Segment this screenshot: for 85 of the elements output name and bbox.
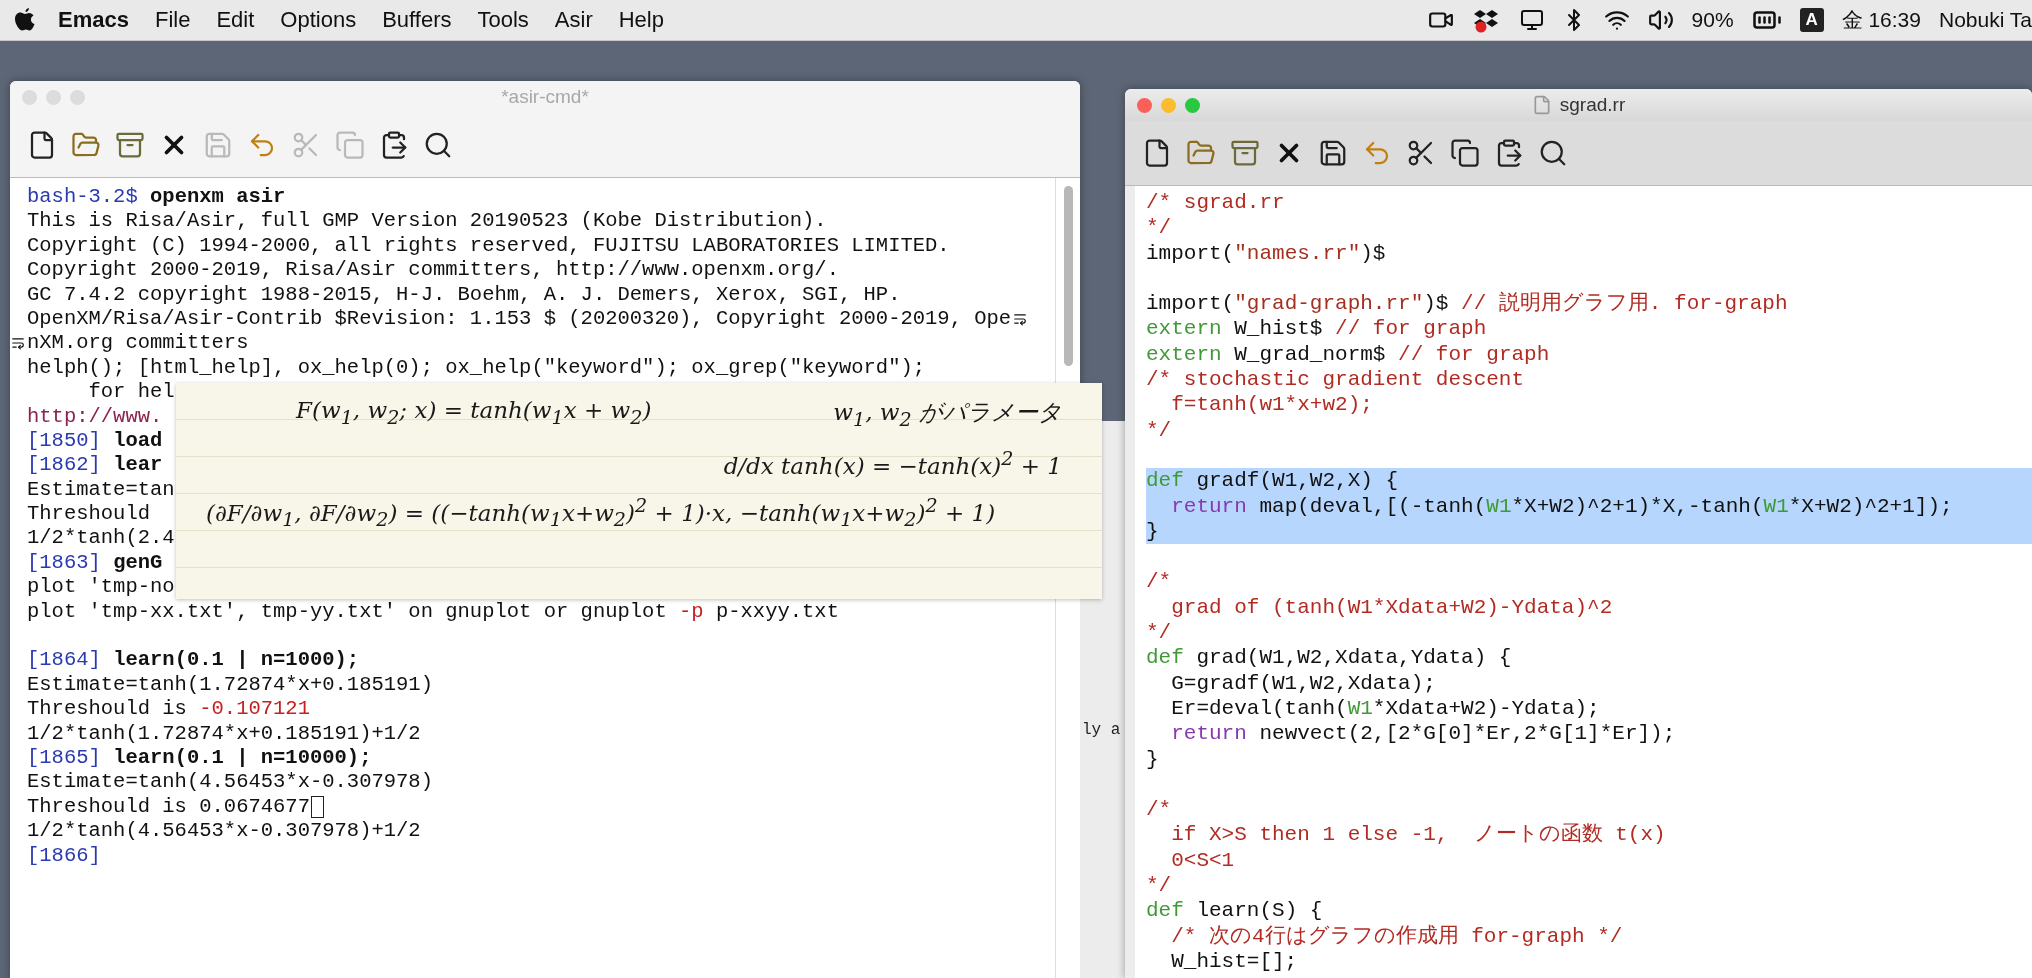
code-line: return map(deval,[(-tanh(W1*X+W2)^2+1)*X,-tanh(W1*X+W2)^2+1]); <box>1170 493 1953 519</box>
apple-logo-icon[interactable] <box>14 7 36 33</box>
code-line: */ <box>1146 873 1172 899</box>
terminal-line: Threshould is 0.0674677 <box>27 794 310 820</box>
terminal-line: nXM.org committers <box>27 331 249 356</box>
code-line: def gradf(W1,W2,X) { <box>1146 468 1399 494</box>
terminal-line: for hel <box>87 380 175 405</box>
copy-icon <box>335 130 365 160</box>
volume-icon[interactable] <box>1647 7 1674 33</box>
terminal-line: http://www. <box>27 404 163 429</box>
terminal-text: ly a <box>1081 721 1122 739</box>
terminal-line: [1863] genG <box>27 550 163 576</box>
window-title: *asir-cmd* <box>501 86 589 108</box>
menu-item[interactable]: Tools <box>477 7 529 33</box>
handwritten-formula: w$_{1}$, w$_{2}$ がパラメータ <box>833 398 1062 431</box>
clock[interactable]: 金 16:39 <box>1841 6 1921 34</box>
user-name[interactable]: Nobuki Ta <box>1939 8 2032 32</box>
terminal-line: This is Risa/Asir, full GMP Version 20190523 (Kobe Distribution). <box>27 209 827 234</box>
terminal-line: plot 'tmp-no <box>27 575 175 600</box>
copy-icon <box>1450 138 1480 168</box>
cabinet-icon <box>1230 138 1260 168</box>
terminal-line: OpenXM/Risa/Asir-Contrib $Revision: 1.153 $ (20200320), Copyright 2000-2019, Ope <box>27 306 1012 332</box>
terminal-line: 1/2*tanh(4.56453*x-0.307978)+1/2 <box>27 819 421 844</box>
menu-item[interactable]: Options <box>280 7 357 33</box>
code-line: f=tanh(w1*x+w2); <box>1170 392 1373 418</box>
search-icon <box>423 130 453 160</box>
terminal-line: Copyright (C) 1994-2000, all rights reserved, FUJITSU LABORATORIES LIMITED. <box>27 233 950 259</box>
code-line: */ <box>1146 620 1172 646</box>
terminal-line: bash-3.2$ openxm asir <box>27 185 286 210</box>
code-line: def grad(W1,W2,Xdata,Ydata) { <box>1146 645 1512 671</box>
code-line: } <box>1146 746 1159 772</box>
code-line: Er=deval(tanh(W1*Xdata+W2)-Ydata); <box>1170 695 1600 722</box>
code-line: 0<S<1 <box>1170 847 1235 873</box>
menu-item[interactable]: Asir <box>554 7 593 33</box>
terminal-line: GC 7.4.2 copyright 1988-2015, H-J. Boehm, A. J. Demers, Xerox, SGI, HP. <box>27 282 901 307</box>
terminal-line: Estimate=tan <box>27 477 175 503</box>
code-line: W_hist=[]; <box>1170 948 1298 975</box>
code-line: /* sgrad.rr <box>1146 190 1285 216</box>
code-line: grad of (tanh(W1*Xdata+W2)-Ydata)^2 <box>1170 594 1613 621</box>
terminal-line: [1862] lear <box>27 453 163 478</box>
code-line: if X>S then 1 else -1, ノートの函数 t(x) <box>1170 822 1666 848</box>
terminal-line: [1850] load <box>27 428 163 454</box>
menu-item[interactable]: File <box>154 7 191 33</box>
terminal-line: 1/2*tanh(2.4 <box>27 526 175 551</box>
code-line: return newvect(2,[2*G[0]*Er,2*G[1]*Er]); <box>1170 721 1676 747</box>
terminal-line: 1/2*tanh(1.72874*x+0.185191)+1/2 <box>27 721 421 746</box>
code-line: /* <box>1146 569 1172 595</box>
terminal-line: [1866] <box>27 843 101 868</box>
code-line: */ <box>1146 215 1172 241</box>
code-line: /* <box>1146 797 1172 823</box>
code-line: import("names.rr")$ <box>1146 240 1386 266</box>
code-line: def learn(S) { <box>1146 898 1323 924</box>
handwritten-formula: F(w$_{1}$, w$_{2}$; x) = tanh(w$_{1}$x + w$_{2}$) <box>296 397 652 431</box>
terminal-line: Estimate=tanh(1.72874*x+0.185191) <box>27 672 433 698</box>
menu-item[interactable]: Edit <box>216 7 255 33</box>
code-line: /* 次の4行はグラフの作成用 for-graph */ <box>1170 923 1623 949</box>
code-line: } <box>1146 518 1159 545</box>
handwritten-formula: (∂F/∂w$_{1}$, ∂F/∂w$_{2}$) = ((−tanh(w$_{1}$x+w$_{2}$)$^{2}$ + 1)·x, −tanh(w$_{1}$x+w$_{2}$)$^{2}$ + 1) <box>206 494 996 532</box>
terminal-line: [1865] learn(0.1 | n=10000); <box>27 746 372 771</box>
window-title: sgrad.rr <box>1531 94 1626 116</box>
terminal-line: Estimate=tanh(4.56453*x-0.307978) <box>27 770 433 795</box>
code-line: G=gradf(W1,W2,Xdata); <box>1170 670 1436 696</box>
cabinet-icon <box>115 130 145 160</box>
code-line: extern W_grad_norm$ // for graph <box>1146 341 1550 368</box>
handwritten-formula: d/dx tanh(x) = −tanh(x)$^{2}$ + 1 <box>723 446 1062 479</box>
battery-percentage[interactable]: 90% <box>1691 8 1734 32</box>
display-icon[interactable] <box>1519 8 1544 32</box>
terminal-line: helph(); [html_help], ox_help(0); ox_help("keyword"); ox_grep("keyword"); <box>27 355 926 381</box>
code-line: import("grad-graph.rr")$ // 説明用グラフ用. for-graph <box>1146 291 1788 317</box>
code-line: extern W_hist$ // for graph <box>1146 316 1487 342</box>
save-icon <box>1318 138 1348 168</box>
code-line: /* stochastic gradient descent <box>1146 367 1525 393</box>
save-icon <box>203 130 233 160</box>
app-menu[interactable]: Emacs <box>58 7 129 33</box>
input-source-indicator[interactable]: A <box>1799 8 1824 32</box>
terminal-line: Threshould <box>27 502 151 527</box>
scrollbar-thumb[interactable] <box>1063 186 1073 366</box>
menu-item[interactable]: Buffers <box>382 7 452 33</box>
terminal-line: Copyright 2000-2019, Risa/Asir committers, http://www.openxm.org/. <box>27 258 839 283</box>
code-line: */ <box>1146 417 1172 443</box>
search-icon <box>1538 138 1568 168</box>
menu-item[interactable]: Help <box>618 7 664 33</box>
terminal-line: plot 'tmp-xx.txt', tmp-yy.txt' on gnuplot or gnuplot -p p-xxyy.txt <box>27 599 839 625</box>
terminal-line: Threshould is -0.107121 <box>27 697 310 722</box>
terminal-line: [1864] learn(0.1 | n=1000); <box>27 648 360 673</box>
